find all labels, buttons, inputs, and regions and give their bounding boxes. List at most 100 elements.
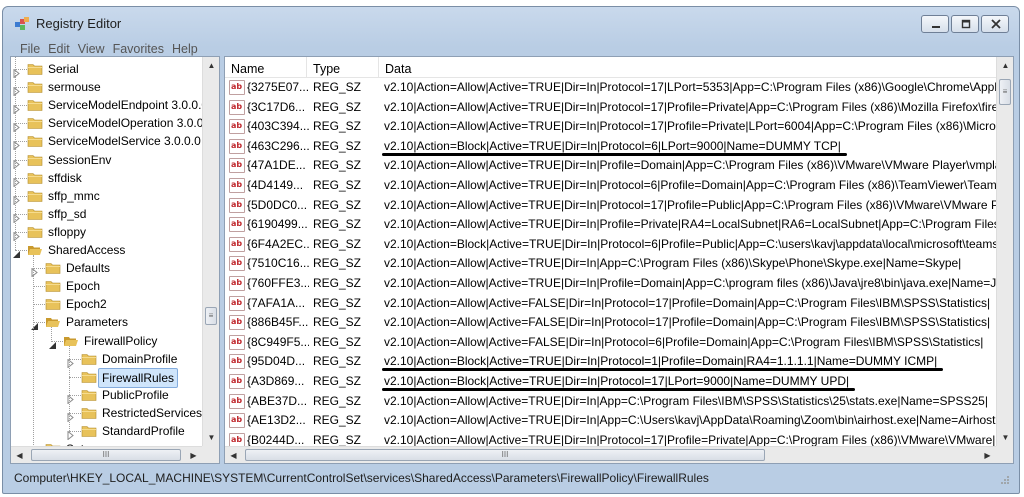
collapsed-triangle-icon[interactable]: [12, 65, 21, 79]
tree-item[interactable]: Serial: [11, 60, 202, 79]
registry-tree-pane[interactable]: Serial sermouse ServiceModelEndpoint 3.0.0…: [10, 56, 220, 464]
tree-item[interactable]: DomainProfile: [11, 350, 202, 369]
collapsed-triangle-icon[interactable]: [66, 409, 75, 423]
column-header-data[interactable]: Data: [379, 57, 999, 78]
resize-grip-icon[interactable]: [1000, 475, 1010, 485]
list-row[interactable]: ab {3275E07... REG_SZ v2.10|Action=Allow|Ac…: [225, 78, 996, 98]
column-header-type[interactable]: Type: [307, 57, 379, 78]
collapsed-triangle-icon[interactable]: [12, 228, 21, 242]
list-row[interactable]: ab {AE13D2... REG_SZ v2.10|Action=Allow|Act…: [225, 411, 996, 431]
list-row[interactable]: ab {3C17D6... REG_SZ v2.10|Action=Allow|Act…: [225, 98, 996, 118]
tree-item[interactable]: ServiceModelOperation 3.0.0.: [11, 114, 202, 133]
title-bar[interactable]: Registry Editor: [3, 7, 1019, 37]
list-row[interactable]: ab {8C949F5... REG_SZ v2.10|Action=Allow|Ac…: [225, 333, 996, 353]
tree-item[interactable]: Defaults: [11, 259, 202, 278]
tree-item[interactable]: sffp_sd: [11, 205, 202, 224]
tree-item[interactable]: sffdisk: [11, 169, 202, 188]
tree-item[interactable]: sermouse: [11, 78, 202, 97]
list-row[interactable]: ab {6F4A2EC... REG_SZ v2.10|Action=Block|Ac…: [225, 235, 996, 255]
collapsed-triangle-icon[interactable]: [12, 174, 21, 188]
list-row[interactable]: ab {7510C16... REG_SZ v2.10|Action=Allow|Ac…: [225, 254, 996, 274]
list-row[interactable]: ab {760FFE3... REG_SZ v2.10|Action=Allow|Ac…: [225, 274, 996, 294]
tree-item[interactable]: ServiceModelService 3.0.0.0: [11, 132, 202, 151]
list-row[interactable]: ab {B0244D... REG_SZ v2.10|Action=Allow|Act…: [225, 431, 996, 446]
collapsed-triangle-icon[interactable]: [12, 101, 21, 115]
list-row[interactable]: ab {886B45F... REG_SZ v2.10|Action=Allow|Ac…: [225, 313, 996, 333]
tree-view[interactable]: Serial sermouse ServiceModelEndpoint 3.0.0…: [11, 57, 202, 446]
value-type: REG_SZ: [313, 354, 362, 369]
value-data: v2.10|Action=Allow|Active=FALSE|Dir=In|P…: [384, 334, 984, 349]
tree-item[interactable]: sfloppy: [11, 223, 202, 242]
collapsed-triangle-icon[interactable]: [66, 355, 75, 369]
tree-item[interactable]: ServiceModelEndpoint 3.0.0.0: [11, 96, 202, 115]
tree-item[interactable]: Epoch2: [11, 295, 202, 313]
list-row[interactable]: ab {A3D869... REG_SZ v2.10|Action=Block|Act…: [225, 372, 996, 392]
close-button[interactable]: [981, 15, 1009, 33]
list-row[interactable]: ab {7AFA1A... REG_SZ v2.10|Action=Allow|Act…: [225, 294, 996, 314]
tree-item-label: Epoch2: [66, 297, 107, 312]
value-type: REG_SZ: [313, 236, 362, 251]
tree-connector-line: [51, 327, 52, 341]
list-vertical-scrollbar[interactable]: ▲ ≡ ▼: [996, 57, 1013, 446]
list-row[interactable]: ab {403C394... REG_SZ v2.10|Action=Allow|Ac…: [225, 117, 996, 137]
tree-item[interactable]: Epoch: [11, 277, 202, 295]
tree-item[interactable]: StandardProfile: [11, 422, 202, 441]
tree-item[interactable]: FirewallRules: [11, 367, 202, 388]
value-type: REG_SZ: [313, 256, 362, 271]
list-vertical-thumb[interactable]: ≡: [999, 79, 1011, 105]
collapsed-triangle-icon[interactable]: [30, 264, 39, 278]
tree-vertical-thumb[interactable]: ≡: [205, 307, 217, 325]
list-row[interactable]: ab {95D04D... REG_SZ v2.10|Action=Block|Act…: [225, 352, 996, 372]
tree-item[interactable]: SessionEnv: [11, 151, 202, 170]
tree-scroll-right-icon[interactable]: ▶: [185, 447, 202, 463]
expanded-triangle-icon[interactable]: [48, 337, 57, 349]
tree-item[interactable]: SharedAccess: [11, 241, 202, 259]
tree-scroll-left-icon[interactable]: ◀: [11, 447, 28, 463]
collapsed-triangle-icon[interactable]: [12, 192, 21, 206]
column-header-name[interactable]: Name: [225, 57, 307, 78]
expanded-triangle-icon[interactable]: [30, 318, 39, 331]
expanded-triangle-icon[interactable]: [12, 246, 21, 258]
list-row[interactable]: ab {5D0DC0... REG_SZ v2.10|Action=Allow|Act…: [225, 196, 996, 216]
tree-item[interactable]: Parameters: [11, 313, 202, 331]
collapsed-triangle-icon[interactable]: [12, 210, 21, 224]
collapsed-triangle-icon[interactable]: [12, 83, 21, 97]
list-row[interactable]: ab {4D4149... REG_SZ v2.10|Action=Allow|Act…: [225, 176, 996, 196]
collapsed-triangle-icon[interactable]: [66, 391, 75, 405]
list-row[interactable]: ab {47A1DE... REG_SZ v2.10|Action=Allow|Act…: [225, 156, 996, 176]
string-value-icon: ab: [229, 432, 245, 446]
tree-vertical-scrollbar[interactable]: ▲ ≡ ▼: [202, 57, 219, 446]
collapsed-triangle-icon[interactable]: [12, 156, 21, 170]
tree-horizontal-scrollbar[interactable]: ◀ III ▶: [11, 446, 202, 463]
list-scroll-right-icon[interactable]: ▶: [979, 447, 996, 463]
collapsed-triangle-icon[interactable]: [66, 427, 75, 441]
list-row[interactable]: ab {463C296... REG_SZ v2.10|Action=Block|Ac…: [225, 137, 996, 157]
tree-item[interactable]: sffp_mmc: [11, 187, 202, 206]
list-row[interactable]: ab {6190499... REG_SZ v2.10|Action=Allow|Ac…: [225, 215, 996, 235]
folder-icon: [27, 134, 43, 148]
tree-item[interactable]: PublicProfile: [11, 386, 202, 405]
window-controls: [921, 15, 1009, 33]
value-data: v2.10|Action=Allow|Active=TRUE|Dir=In|Pr…: [384, 197, 996, 212]
registry-values-pane[interactable]: Name Type Data ab {3275E07... REG_SZ v2.10|…: [224, 56, 1014, 464]
tree-horizontal-thumb[interactable]: III: [31, 449, 181, 461]
minimize-button[interactable]: [921, 15, 949, 33]
string-value-icon: ab: [229, 217, 245, 233]
list-row[interactable]: ab {ABE37D... REG_SZ v2.10|Action=Allow|Act…: [225, 392, 996, 412]
collapsed-triangle-icon[interactable]: [12, 119, 21, 133]
list-horizontal-scrollbar[interactable]: ◀ III ▶: [225, 446, 996, 463]
maximize-button[interactable]: [951, 15, 979, 33]
list-scroll-left-icon[interactable]: ◀: [225, 447, 242, 463]
tree-item[interactable]: RestrictedServices: [11, 404, 202, 423]
list-scroll-down-icon[interactable]: ▼: [997, 429, 1013, 446]
folder-icon: [45, 261, 61, 275]
tree-item[interactable]: FirewallPolicy: [11, 332, 202, 350]
list-scroll-up-icon[interactable]: ▲: [997, 57, 1013, 74]
tree-scroll-up-icon[interactable]: ▲: [203, 57, 219, 74]
folder-icon: [45, 279, 61, 293]
collapsed-triangle-icon[interactable]: [12, 137, 21, 151]
values-list[interactable]: ab {3275E07... REG_SZ v2.10|Action=Allow|Ac…: [225, 78, 996, 446]
list-horizontal-thumb[interactable]: III: [245, 449, 765, 461]
value-data: v2.10|Action=Allow|Active=TRUE|Dir=In|Pr…: [384, 432, 996, 446]
tree-scroll-down-icon[interactable]: ▼: [203, 429, 219, 446]
